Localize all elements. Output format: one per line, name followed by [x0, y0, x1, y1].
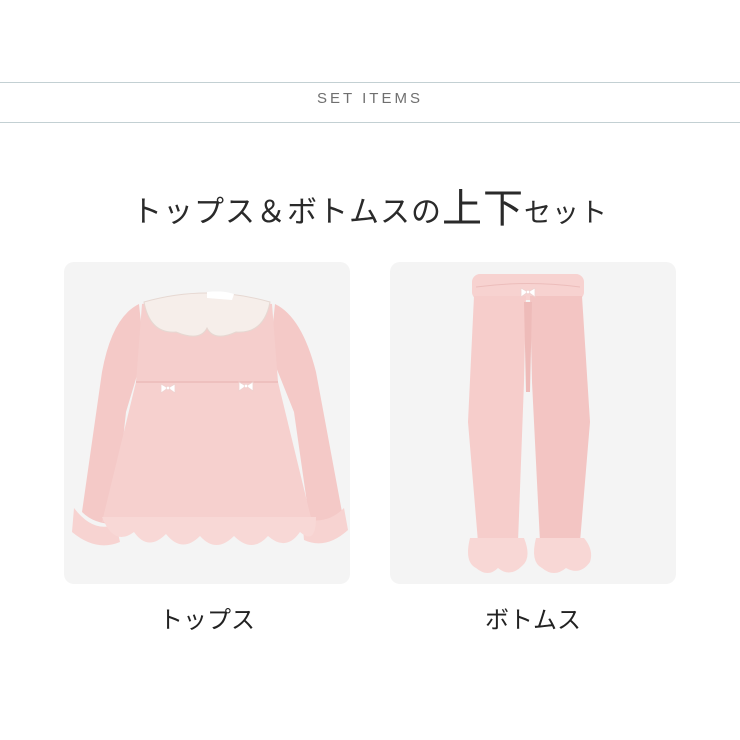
bottoms-label: ボトムス: [485, 606, 581, 634]
headline: トップス＆ボトムスの上下セット: [0, 176, 740, 234]
section-label: SET ITEMS: [317, 90, 423, 107]
bottom-divider: [0, 122, 740, 123]
headline-part2: 上下: [442, 186, 524, 232]
tops-label: トップス: [159, 606, 255, 634]
pink-tunic-top-image: [72, 291, 348, 546]
headline-part1: トップス＆ボトムスの: [132, 195, 442, 230]
tops-image-card: [64, 262, 350, 584]
bottoms-image-card: [390, 262, 676, 584]
headline-part3: セット: [524, 198, 608, 229]
top-divider: [0, 82, 740, 83]
pink-pants-image: [468, 274, 592, 573]
